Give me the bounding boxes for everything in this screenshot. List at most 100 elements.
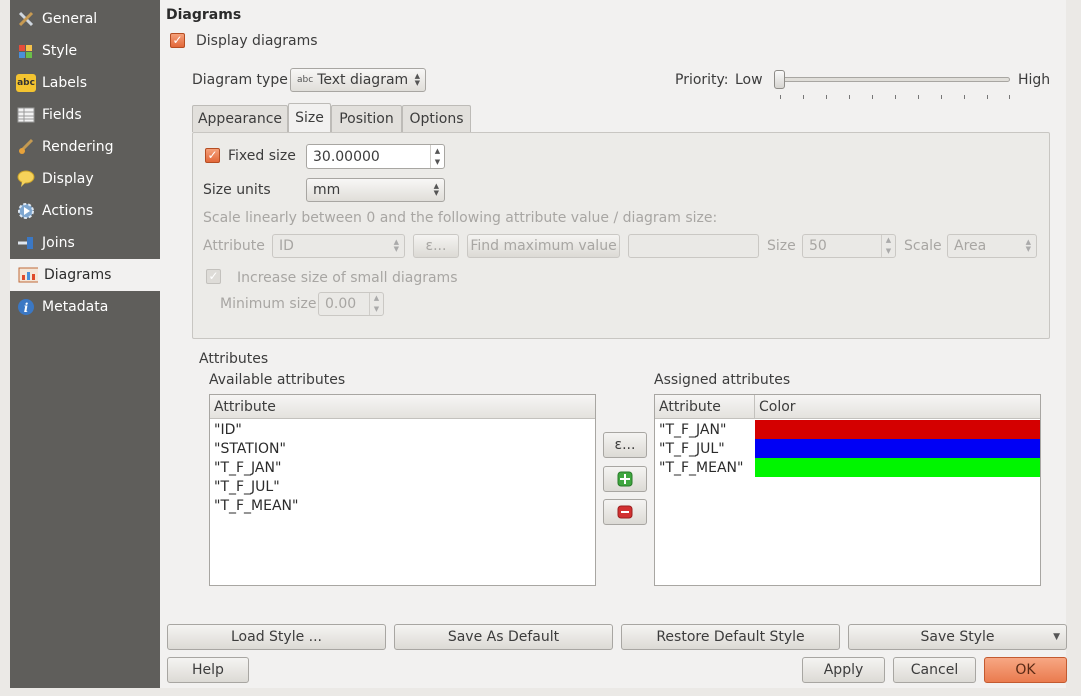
minimum-size-label: Minimum size: [220, 296, 317, 312]
sidebar-item-metadata[interactable]: i Metadata: [10, 291, 160, 323]
table-icon: [16, 106, 36, 124]
table-row[interactable]: "T_F_MEAN": [659, 460, 743, 476]
list-item[interactable]: "T_F_JUL": [214, 479, 280, 495]
sidebar-item-label: Labels: [42, 75, 88, 91]
attribute-combo[interactable]: ID ▲ ▼: [272, 234, 405, 258]
list-item[interactable]: "T_F_JAN": [214, 460, 281, 476]
sidebar-item-display[interactable]: Display: [10, 163, 160, 195]
restore-default-style-button[interactable]: Restore Default Style: [621, 624, 840, 650]
size-label: Size: [767, 238, 796, 254]
info-icon: i: [16, 298, 36, 316]
tab-position[interactable]: Position: [331, 105, 402, 132]
save-as-default-button[interactable]: Save As Default: [394, 624, 613, 650]
table-row[interactable]: "T_F_JAN": [659, 422, 726, 438]
sidebar-item-style[interactable]: Style: [10, 35, 160, 67]
sidebar-item-label: Metadata: [42, 299, 109, 315]
chevron-updown-icon: ▲ ▼: [433, 182, 439, 197]
paint-brush-icon: [16, 42, 36, 60]
sidebar-item-label: Actions: [42, 203, 94, 219]
list-item[interactable]: "STATION": [214, 441, 286, 457]
slider-tick: [987, 95, 988, 99]
minus-icon: [617, 505, 633, 519]
size-input[interactable]: 50 ▲ ▼: [802, 234, 896, 258]
increase-size-checkbox[interactable]: ✓: [206, 269, 221, 284]
priority-label: Priority:: [675, 72, 729, 88]
list-item[interactable]: "ID": [214, 422, 242, 438]
chevron-down-icon: ▼: [1053, 632, 1060, 642]
save-style-button[interactable]: Save Style ▼: [848, 624, 1067, 650]
scale-linearly-label: Scale linearly between 0 and the followi…: [203, 210, 718, 226]
fixed-size-checkbox[interactable]: ✓: [205, 148, 220, 163]
abc-label-icon: abc: [16, 74, 36, 92]
cancel-button[interactable]: Cancel: [893, 657, 976, 683]
priority-slider-handle[interactable]: [774, 70, 785, 89]
size-units-label: Size units: [203, 182, 271, 198]
sidebar: General Style abc Labels Fields Renderin…: [10, 0, 160, 688]
spin-arrows-icon[interactable]: ▲ ▼: [881, 235, 895, 257]
maximum-value-field[interactable]: [628, 234, 759, 258]
slider-tick: [780, 95, 781, 99]
color-swatch-green[interactable]: [755, 458, 1040, 477]
scale-value: Area: [954, 238, 987, 254]
spin-arrows-icon[interactable]: ▲ ▼: [430, 145, 444, 168]
diagram-type-combo[interactable]: abc Text diagram ▲ ▼: [290, 68, 426, 92]
available-attributes-title: Available attributes: [209, 372, 346, 388]
find-maximum-value-button[interactable]: Find maximum value: [467, 234, 620, 258]
chevron-updown-icon: ▲ ▼: [414, 72, 420, 87]
apply-button[interactable]: Apply: [802, 657, 885, 683]
sidebar-item-rendering[interactable]: Rendering: [10, 131, 160, 163]
attribute-expression-button[interactable]: ε...: [413, 234, 459, 258]
sidebar-item-label: Joins: [42, 235, 75, 251]
list-item[interactable]: "T_F_MEAN": [214, 498, 298, 514]
available-attributes-list[interactable]: Attribute "ID" "STATION" "T_F_JAN" "T_F_…: [209, 394, 596, 586]
sidebar-item-label: Rendering: [42, 139, 114, 155]
spin-arrows-icon[interactable]: ▲ ▼: [369, 293, 383, 315]
priority-low-label: Low: [735, 72, 763, 88]
increase-size-label: Increase size of small diagrams: [237, 270, 458, 286]
section-title: Diagrams: [166, 7, 242, 23]
sidebar-item-label: General: [42, 11, 98, 27]
display-diagrams-checkbox[interactable]: ✓: [170, 33, 185, 48]
slider-tick: [941, 95, 942, 99]
add-attribute-button[interactable]: [603, 466, 647, 492]
attribute-value: ID: [279, 238, 294, 254]
sidebar-item-general[interactable]: General: [10, 3, 160, 35]
sidebar-item-actions[interactable]: Actions: [10, 195, 160, 227]
assigned-attributes-title: Assigned attributes: [654, 372, 791, 388]
ok-button[interactable]: OK: [984, 657, 1067, 683]
sidebar-item-labels[interactable]: abc Labels: [10, 67, 160, 99]
diagram-icon: [18, 266, 38, 284]
assigned-color-header[interactable]: Color: [755, 395, 1040, 419]
chevron-updown-icon: ▲ ▼: [1025, 238, 1031, 253]
add-expression-button[interactable]: ε...: [603, 432, 647, 458]
table-row[interactable]: "T_F_JUL": [659, 441, 725, 457]
svg-text:i: i: [24, 301, 29, 315]
sidebar-item-joins[interactable]: Joins: [10, 227, 160, 259]
size-units-value: mm: [313, 182, 341, 198]
slider-tick: [918, 95, 919, 99]
minimum-size-input[interactable]: 0.00 ▲ ▼: [318, 292, 384, 316]
tab-appearance[interactable]: Appearance: [192, 105, 288, 132]
scale-combo[interactable]: Area ▲ ▼: [947, 234, 1037, 258]
diagram-type-label: Diagram type: [192, 72, 288, 88]
chevron-updown-icon: ▲ ▼: [393, 238, 399, 253]
fixed-size-input[interactable]: 30.00000 ▲ ▼: [306, 144, 445, 169]
size-value: 50: [809, 238, 827, 254]
size-units-combo[interactable]: mm ▲ ▼: [306, 178, 445, 202]
sidebar-item-fields[interactable]: Fields: [10, 99, 160, 131]
load-style-button[interactable]: Load Style ...: [167, 624, 386, 650]
color-swatch-red[interactable]: [755, 420, 1040, 439]
priority-slider[interactable]: [780, 77, 1010, 82]
slider-tick: [872, 95, 873, 99]
assigned-attribute-header[interactable]: Attribute: [655, 395, 755, 419]
tab-options[interactable]: Options: [402, 105, 471, 132]
remove-attribute-button[interactable]: [603, 499, 647, 525]
color-swatch-blue[interactable]: [755, 439, 1040, 458]
join-icon: [16, 234, 36, 252]
sidebar-item-diagrams[interactable]: Diagrams: [10, 259, 160, 291]
available-attribute-header[interactable]: Attribute: [210, 395, 595, 419]
help-button[interactable]: Help: [167, 657, 249, 683]
tab-size[interactable]: Size: [288, 103, 331, 132]
wrench-hammer-icon: [16, 10, 36, 28]
assigned-attributes-list[interactable]: Attribute Color "T_F_JAN" "T_F_JUL" "T_F…: [654, 394, 1041, 586]
